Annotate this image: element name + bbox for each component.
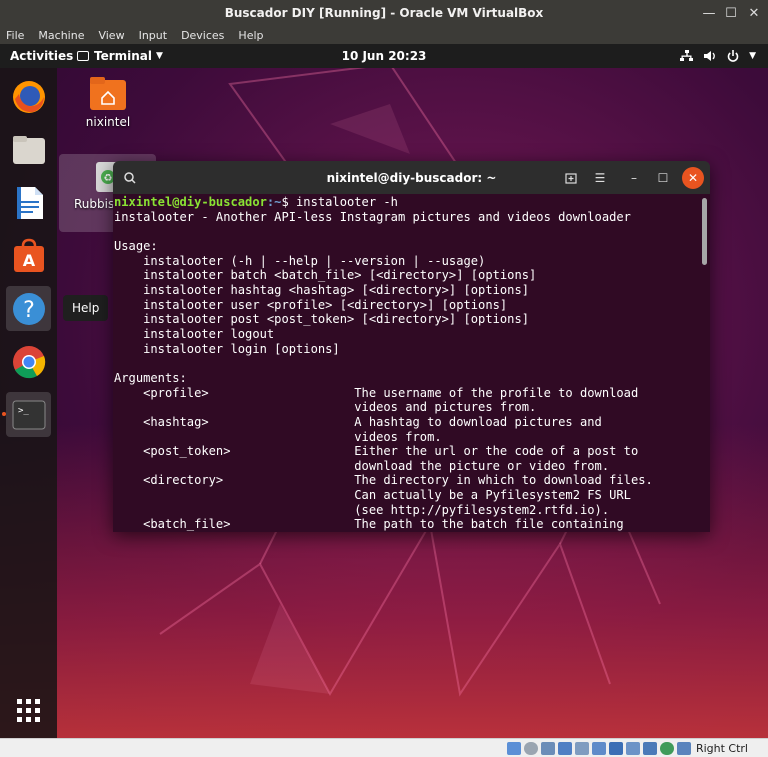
menu-help[interactable]: Help	[238, 29, 263, 42]
home-folder-icon	[90, 77, 126, 110]
activities-button[interactable]: Activities	[10, 49, 73, 63]
prompt-user: nixintel@diy-buscador	[114, 195, 267, 209]
video-capture-icon[interactable]	[625, 741, 640, 755]
volume-icon	[704, 51, 715, 61]
svg-text:?: ?	[23, 298, 35, 323]
svg-text:♻: ♻	[103, 173, 112, 184]
dock-chrome[interactable]	[6, 339, 51, 384]
terminal-content[interactable]: nixintel@diy-buscador:~$ instalooter -h …	[114, 195, 653, 532]
system-tray[interactable]: ▼	[680, 50, 756, 62]
menu-view[interactable]: View	[98, 29, 124, 42]
firefox-icon	[12, 80, 45, 113]
harddisk-icon[interactable]	[506, 741, 521, 755]
app-menu[interactable]: Terminal ▼	[77, 49, 163, 63]
power-icon	[727, 50, 739, 62]
clock[interactable]: 10 Jun 20:23	[342, 49, 427, 63]
audio-icon[interactable]	[540, 741, 555, 755]
terminal-headerbar[interactable]: nixintel@diy-buscador: ~ ☰ – ☐ ✕	[113, 161, 710, 194]
terminal-small-icon	[77, 51, 89, 61]
terminal-icon: >_	[12, 400, 45, 429]
dock-writer[interactable]	[6, 180, 51, 225]
optical-drive-icon[interactable]	[523, 741, 538, 755]
terminal-window[interactable]: nixintel@diy-buscador: ~ ☰ – ☐ ✕ nixinte…	[113, 161, 710, 532]
dock-tooltip: Help	[63, 295, 109, 321]
terminal-output: instalooter - Another API-less Instagram…	[114, 209, 653, 532]
dock-help[interactable]: ?	[6, 286, 51, 331]
network-icon	[680, 50, 694, 61]
gnome-topbar: Activities Terminal ▼ 10 Jun 20:23 ▼	[0, 44, 768, 68]
host-window-title: Buscador DIY [Running] - Oracle VM Virtu…	[224, 6, 544, 20]
host-key-label: Right Ctrl	[695, 741, 748, 755]
guest-screen: Activities Terminal ▼ 10 Jun 20:23 ▼ A ?…	[0, 44, 768, 738]
prompt-symbol: $	[281, 195, 297, 209]
caret-down-icon: ▼	[749, 51, 756, 61]
dock-show-apps[interactable]	[6, 688, 51, 733]
host-statusbar: Right Ctrl	[0, 738, 768, 757]
network-adapter-icon[interactable]	[557, 741, 572, 755]
menu-devices[interactable]: Devices	[181, 29, 224, 42]
host-menubar: File Machine View Input Devices Help	[0, 26, 768, 44]
cpu-icon[interactable]	[642, 741, 657, 755]
dock-firefox[interactable]	[6, 74, 51, 119]
terminal-body[interactable]: nixintel@diy-buscador:~$ instalooter -h …	[113, 194, 710, 532]
home-folder-label: nixintel	[85, 115, 131, 129]
display-icon[interactable]	[608, 741, 623, 755]
dock: A ? >_	[0, 68, 57, 738]
usb-icon[interactable]	[574, 741, 589, 755]
close-icon[interactable]: ✕	[741, 0, 767, 26]
desktop-home-folder[interactable]: nixintel	[72, 74, 144, 129]
host-window-titlebar: Buscador DIY [Running] - Oracle VM Virtu…	[0, 0, 768, 26]
writer-icon	[16, 186, 43, 219]
menu-input[interactable]: Input	[139, 29, 167, 42]
terminal-scrollbar[interactable]	[702, 198, 707, 265]
chrome-icon	[12, 345, 45, 378]
dock-terminal[interactable]: >_	[6, 392, 51, 437]
search-icon[interactable]	[119, 167, 141, 189]
show-apps-icon	[16, 698, 40, 722]
hamburger-menu-icon[interactable]: ☰	[589, 167, 611, 189]
mouse-integration-icon[interactable]	[659, 741, 674, 755]
close-icon[interactable]: ✕	[682, 167, 704, 189]
help-icon: ?	[12, 292, 45, 325]
svg-text:>_: >_	[18, 406, 29, 416]
dock-files[interactable]	[6, 127, 51, 172]
files-icon	[12, 135, 45, 164]
menu-machine[interactable]: Machine	[38, 29, 84, 42]
minimize-icon[interactable]: –	[623, 167, 645, 189]
maximize-icon[interactable]: ☐	[652, 167, 674, 189]
menu-file[interactable]: File	[6, 29, 24, 42]
command: instalooter -h	[296, 195, 398, 209]
svg-text:A: A	[22, 251, 35, 270]
terminal-title: nixintel@diy-buscador: ~	[326, 170, 497, 185]
keyboard-icon[interactable]	[676, 741, 691, 755]
dock-software[interactable]: A	[6, 233, 51, 278]
prompt-path: :~	[266, 195, 282, 209]
shared-folders-icon[interactable]	[591, 741, 606, 755]
software-icon: A	[13, 238, 44, 272]
caret-down-icon: ▼	[156, 51, 163, 61]
running-indicator	[2, 412, 6, 416]
new-tab-icon[interactable]	[560, 167, 582, 189]
app-menu-label: Terminal	[94, 49, 153, 63]
